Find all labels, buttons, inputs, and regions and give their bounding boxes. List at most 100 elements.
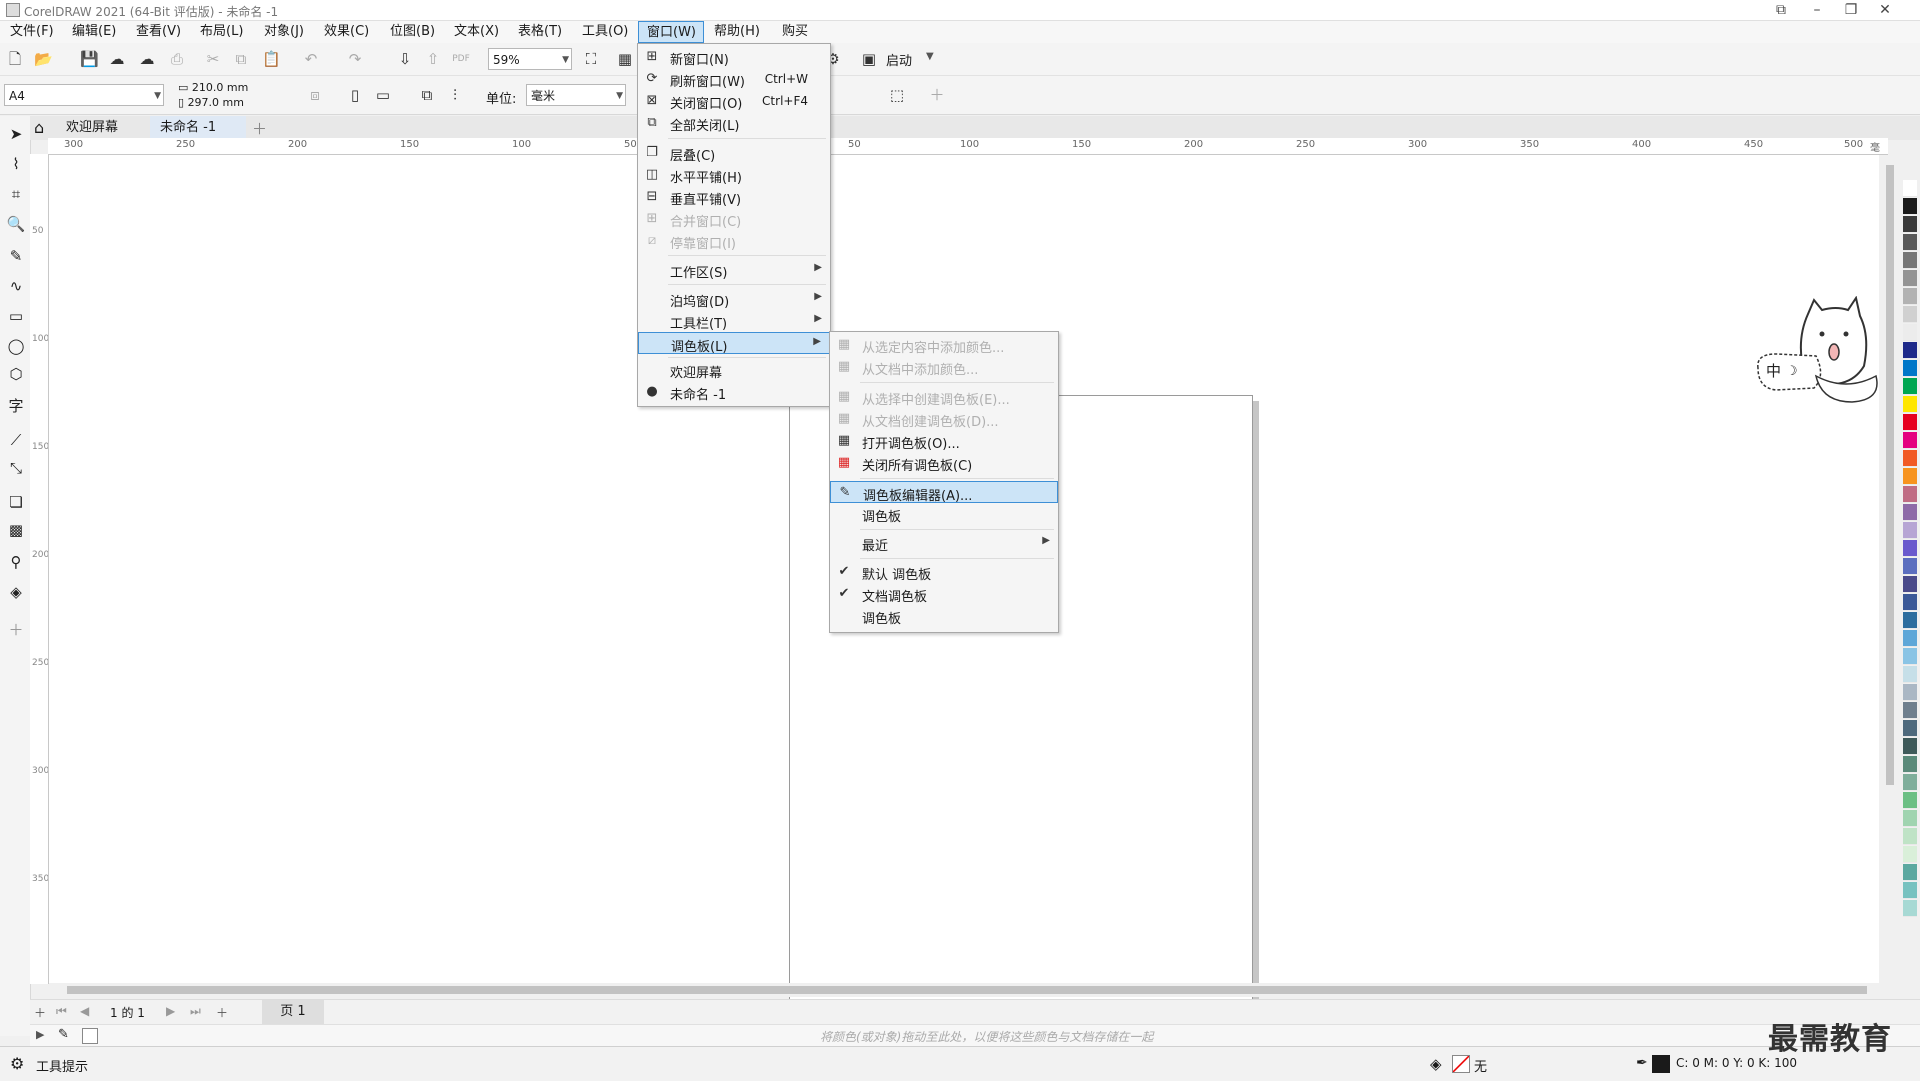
color-swatch[interactable] — [1903, 846, 1917, 863]
drop-shadow-tool-icon[interactable]: ❏ — [6, 492, 26, 512]
first-page-icon[interactable]: ⏮ — [56, 1004, 67, 1019]
fill-none-swatch[interactable] — [1452, 1055, 1470, 1073]
color-swatch[interactable] — [1903, 486, 1917, 503]
bezier-tool-icon[interactable]: ∿ — [6, 276, 26, 296]
menu-item-combine-windows[interactable]: ⊞ 合并窗口(C) — [638, 208, 830, 230]
menu-item-tile-horizontal[interactable]: ◫ 水平平铺(H) — [638, 164, 830, 186]
add-icon[interactable]: ＋ — [928, 86, 946, 104]
portrait-icon[interactable]: ▯ — [346, 86, 364, 104]
cloud-download-icon[interactable]: ☁ — [108, 50, 126, 68]
shape-tool-icon[interactable]: ⌇ — [6, 154, 26, 174]
pdf-icon[interactable]: PDF — [452, 50, 470, 68]
color-swatch[interactable] — [1903, 432, 1917, 449]
color-swatch[interactable] — [1903, 414, 1917, 431]
color-swatch[interactable] — [1903, 900, 1917, 917]
no-color-swatch[interactable] — [82, 1028, 98, 1044]
paste-icon[interactable]: 📋 — [262, 50, 281, 68]
menu-file[interactable]: 文件(F) — [10, 21, 54, 43]
color-swatch[interactable] — [1903, 234, 1917, 251]
close-button[interactable]: ✕ — [1868, 0, 1902, 20]
save-icon[interactable]: 💾 — [80, 50, 99, 68]
copy-icon[interactable]: ⧉ — [232, 50, 250, 68]
zoom-tool-icon[interactable]: 🔍 — [6, 214, 26, 234]
color-swatch[interactable] — [1903, 342, 1917, 359]
units-select[interactable]: 毫米 ▼ — [526, 84, 626, 106]
outline-color-swatch[interactable] — [1652, 1055, 1670, 1073]
launch-dropdown-icon[interactable]: ▼ — [926, 51, 934, 62]
snap-icon[interactable]: ▦ — [616, 50, 634, 68]
menu-item-workspace[interactable]: 工作区(S) ▶ — [638, 259, 830, 281]
menu-view[interactable]: 查看(V) — [136, 21, 181, 43]
color-swatch[interactable] — [1903, 828, 1917, 845]
menu-bitmap[interactable]: 位图(B) — [390, 21, 435, 43]
pick-tool-icon[interactable]: ➤ — [6, 124, 26, 144]
polygon-tool-icon[interactable]: ⬡ — [6, 364, 26, 384]
color-swatch[interactable] — [1903, 594, 1917, 611]
color-swatch[interactable] — [1903, 864, 1917, 881]
color-swatch[interactable] — [1903, 702, 1917, 719]
menu-item-document[interactable]: ● 未命名 -1 — [638, 381, 830, 403]
color-swatch[interactable] — [1903, 774, 1917, 791]
last-page-icon[interactable]: ⏭ — [190, 1004, 201, 1019]
color-swatch[interactable] — [1903, 270, 1917, 287]
new-document-icon[interactable]: 🗋 — [6, 50, 24, 68]
color-swatch[interactable] — [1903, 540, 1917, 557]
menu-effects[interactable]: 效果(C) — [324, 21, 369, 43]
color-swatch[interactable] — [1903, 666, 1917, 683]
color-swatch[interactable] — [1903, 612, 1917, 629]
menu-item-toolbars[interactable]: 工具栏(T) ▶ — [638, 310, 830, 332]
color-swatch[interactable] — [1903, 738, 1917, 755]
launch-icon[interactable]: ▣ — [860, 50, 878, 68]
bleed-icon[interactable]: ⫶ — [446, 86, 464, 104]
restore-small-icon[interactable]: ⧉ — [1764, 0, 1798, 20]
menu-item-refresh-window[interactable]: ⟳ 刷新窗口(W) Ctrl+W — [638, 68, 830, 90]
page-width-field[interactable]: ▭ 210.0 mm — [178, 81, 248, 94]
color-swatch[interactable] — [1903, 216, 1917, 233]
menu-item-color-palettes[interactable]: 调色板(L) ▶ — [638, 332, 830, 355]
all-pages-icon[interactable]: ⧈ — [306, 86, 324, 104]
menu-layout[interactable]: 布局(L) — [200, 21, 243, 43]
color-swatch[interactable] — [1903, 576, 1917, 593]
color-swatch[interactable] — [1903, 684, 1917, 701]
color-swatch[interactable] — [1903, 324, 1917, 341]
color-swatch[interactable] — [1903, 198, 1917, 215]
menu-buy[interactable]: 购买 — [782, 21, 808, 43]
gear-icon[interactable]: ⚙ — [10, 1054, 24, 1073]
outline-pen-icon[interactable]: ✒ — [1636, 1055, 1648, 1071]
color-swatch[interactable] — [1903, 882, 1917, 899]
full-screen-icon[interactable]: ⛶ — [582, 50, 600, 68]
launch-label[interactable]: 启动 — [886, 50, 912, 69]
text-tool-icon[interactable]: 字 — [6, 396, 26, 416]
menu-item-close-all[interactable]: ⧉ 全部关闭(L) — [638, 112, 830, 134]
menu-item-palette[interactable]: 调色板 — [830, 503, 1058, 525]
add-tool-icon[interactable]: ＋ — [6, 620, 26, 640]
transparency-tool-icon[interactable]: ▩ — [6, 520, 26, 540]
menu-item-create-from-document[interactable]: ▦ 从文档创建调色板(D)... — [830, 408, 1058, 430]
export-icon[interactable]: ⇧ — [424, 50, 442, 68]
color-swatch[interactable] — [1903, 504, 1917, 521]
menu-item-cascade[interactable]: ❐ 层叠(C) — [638, 142, 830, 164]
color-swatch[interactable] — [1903, 558, 1917, 575]
menu-window[interactable]: 窗口(W) — [638, 21, 704, 43]
current-page-icon[interactable]: ⧉ — [418, 86, 436, 104]
color-swatch[interactable] — [1903, 396, 1917, 413]
menu-help[interactable]: 帮助(H) — [714, 21, 760, 43]
crop-tool-icon[interactable]: ⌗ — [6, 184, 26, 204]
color-swatch[interactable] — [1903, 720, 1917, 737]
home-icon[interactable]: ⌂ — [34, 118, 44, 137]
cut-icon[interactable]: ✂ — [204, 50, 222, 68]
paper-size-select[interactable]: A4 ▼ — [4, 84, 164, 106]
connector-tool-icon[interactable]: ⤡ — [6, 458, 26, 478]
color-swatch[interactable] — [1903, 792, 1917, 809]
menu-item-palette-2[interactable]: 调色板 — [830, 605, 1058, 627]
scroll-thumb[interactable] — [1886, 165, 1894, 785]
menu-tools[interactable]: 工具(O) — [582, 21, 628, 43]
color-swatch[interactable] — [1903, 630, 1917, 647]
menu-item-default-palette[interactable]: ✔ 默认 调色板 — [830, 561, 1058, 583]
page-height-field[interactable]: ▯ 297.0 mm — [178, 96, 244, 109]
menu-item-recent[interactable]: 最近 ▶ — [830, 532, 1058, 554]
minimize-button[interactable]: – — [1800, 0, 1834, 20]
redo-icon[interactable]: ↷ — [346, 50, 364, 68]
menu-item-open-palette[interactable]: ▦ 打开调色板(O)... — [830, 430, 1058, 452]
interactive-fill-tool-icon[interactable]: ◈ — [6, 582, 26, 602]
